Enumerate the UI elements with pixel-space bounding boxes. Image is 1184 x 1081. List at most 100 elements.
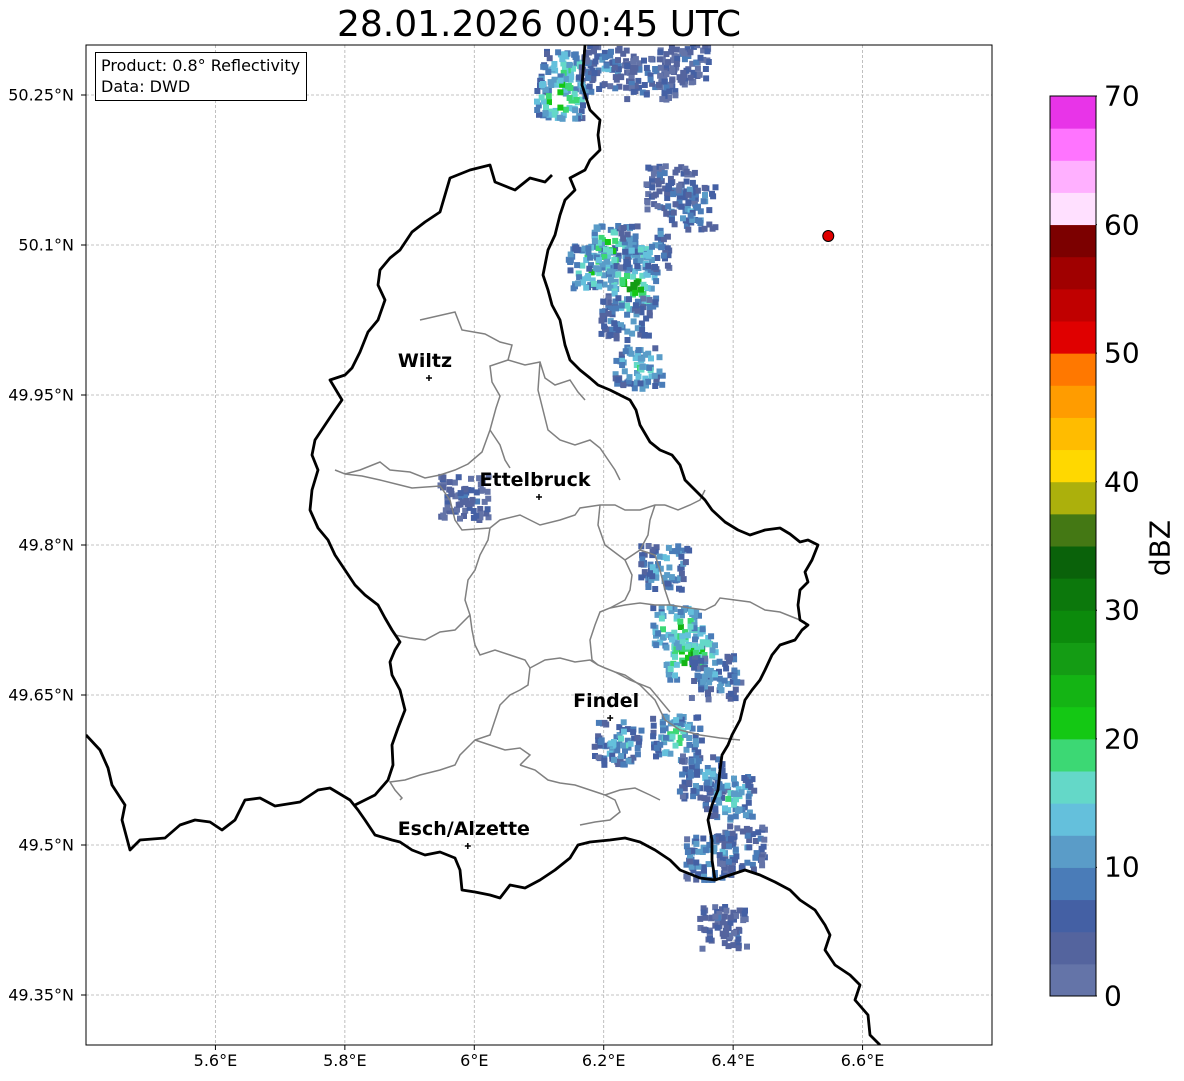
reflectivity-pixel: [556, 114, 563, 121]
reflectivity-pixel: [605, 310, 612, 317]
colorbar-segment: [1050, 160, 1096, 193]
reflectivity-pixel: [551, 76, 558, 83]
reflectivity-pixel: [634, 307, 641, 314]
colorbar-segment: [1050, 128, 1096, 161]
reflectivity-pixel: [727, 814, 734, 821]
reflectivity-pixel: [661, 78, 668, 85]
reflectivity-pixel: [457, 515, 463, 522]
reflectivity-pixel: [662, 750, 669, 757]
reflectivity-pixel: [673, 717, 680, 724]
reflectivity-pixel: [573, 55, 580, 62]
reflectivity-pixel: [616, 45, 623, 52]
reflectivity-pixel: [687, 623, 694, 630]
reflectivity-pixel: [634, 745, 641, 752]
reflectivity-pixel: [675, 543, 682, 550]
reflectivity-pixel: [604, 258, 611, 265]
reflectivity-pixel: [639, 326, 646, 333]
reflectivity-pixel: [595, 754, 602, 761]
reflectivity-pixel: [660, 38, 666, 44]
reflectivity-pixel: [638, 727, 645, 734]
reflectivity-pixel: [692, 636, 698, 643]
reflectivity-pixel: [705, 696, 712, 703]
reflectivity-pixel: [657, 64, 664, 71]
reflectivity-pixel: [551, 109, 558, 116]
reflectivity-pixel: [709, 647, 716, 654]
reflectivity-pixel: [611, 756, 617, 763]
reflectivity-pixel: [463, 498, 470, 504]
reflectivity-pixel: [634, 734, 641, 741]
reflectivity-pixel: [638, 574, 645, 581]
reflectivity-pixel: [745, 799, 752, 806]
reflectivity-pixel: [597, 739, 604, 745]
reflectivity-pixel: [551, 61, 558, 67]
reflectivity-pixel: [733, 912, 740, 919]
reflectivity-pixel: [694, 771, 701, 778]
reflectivity-pixel: [468, 487, 475, 494]
reflectivity-pixel: [679, 758, 686, 765]
reflectivity-pixel: [587, 45, 594, 50]
reflectivity-pixel: [727, 690, 734, 697]
reflectivity-pixel: [674, 166, 681, 173]
reflectivity-pixel: [637, 246, 644, 253]
reflectivity-pixel: [708, 686, 714, 693]
lon-tick-label: 6.6°E: [840, 1051, 885, 1070]
reflectivity-pixel: [601, 719, 608, 726]
reflectivity-pixel: [588, 88, 595, 95]
colorbar-segment: [1050, 192, 1096, 226]
reflectivity-pixel: [667, 666, 674, 672]
reflectivity-pixel: [643, 315, 650, 322]
reflectivity-pixel: [723, 931, 729, 937]
reflectivity-pixel: [706, 679, 713, 686]
reflectivity-pixel: [620, 382, 627, 389]
reflectivity-pixel: [559, 56, 566, 63]
reflectivity-pixel: [630, 273, 637, 280]
reflectivity-pixel: [744, 943, 750, 950]
reflectivity-pixel: [712, 184, 719, 191]
reflectivity-pixel: [545, 93, 552, 100]
reflectivity-pixel: [630, 58, 637, 65]
reflectivity-pixel: [620, 742, 626, 749]
reflectivity-pixel: [587, 254, 594, 261]
city-marker: [607, 715, 614, 721]
reflectivity-pixel: [704, 779, 711, 786]
reflectivity-pixel: [622, 248, 629, 255]
reflectivity-pixel: [685, 723, 691, 730]
reflectivity-pixel: [722, 805, 728, 812]
reflectivity-pixel: [626, 296, 632, 303]
reflectivity-pixel: [635, 347, 642, 354]
reflectivity-pixel: [555, 49, 562, 56]
reflectivity-pixel: [660, 236, 667, 243]
reflectivity-pixel: [625, 757, 632, 764]
reflectivity-pixel: [688, 695, 695, 701]
reflectivity-pixel: [708, 633, 715, 640]
reflectivity-pixel: [567, 257, 574, 264]
reflectivity-pixel: [645, 378, 652, 385]
reflectivity-pixel: [651, 192, 658, 199]
reflectivity-pixel: [601, 81, 608, 88]
reflectivity-pixel: [619, 280, 626, 287]
reflectivity-pixel: [540, 81, 546, 87]
reflectivity-pixel: [621, 368, 628, 375]
reflectivity-pixel: [604, 239, 611, 245]
reflectivity-pixel: [726, 843, 732, 850]
reflectivity-pixel: [650, 733, 657, 740]
reflectivity-pixel: [655, 630, 662, 637]
reflectivity-pixel: [696, 71, 703, 78]
reflectivity-pixel: [670, 209, 677, 216]
reflectivity-pixel: [699, 945, 706, 952]
reflectivity-pixel: [630, 281, 637, 288]
reflectivity-pixel: [672, 92, 679, 99]
reflectivity-pixel: [734, 807, 741, 814]
reflectivity-pixel: [659, 96, 666, 103]
reflectivity-pixel: [700, 198, 707, 205]
reflectivity-pixel: [735, 945, 742, 952]
reflectivity-pixel: [700, 864, 707, 871]
reflectivity-layer: [437, 38, 768, 952]
reflectivity-pixel: [712, 671, 718, 678]
reflectivity-pixel: [760, 843, 767, 850]
reflectivity-pixel: [714, 924, 721, 931]
reflectivity-pixel: [672, 672, 678, 679]
reflectivity-pixel: [643, 181, 650, 188]
reflectivity-pixel: [719, 861, 726, 867]
colorbar-segment: [1050, 353, 1096, 386]
